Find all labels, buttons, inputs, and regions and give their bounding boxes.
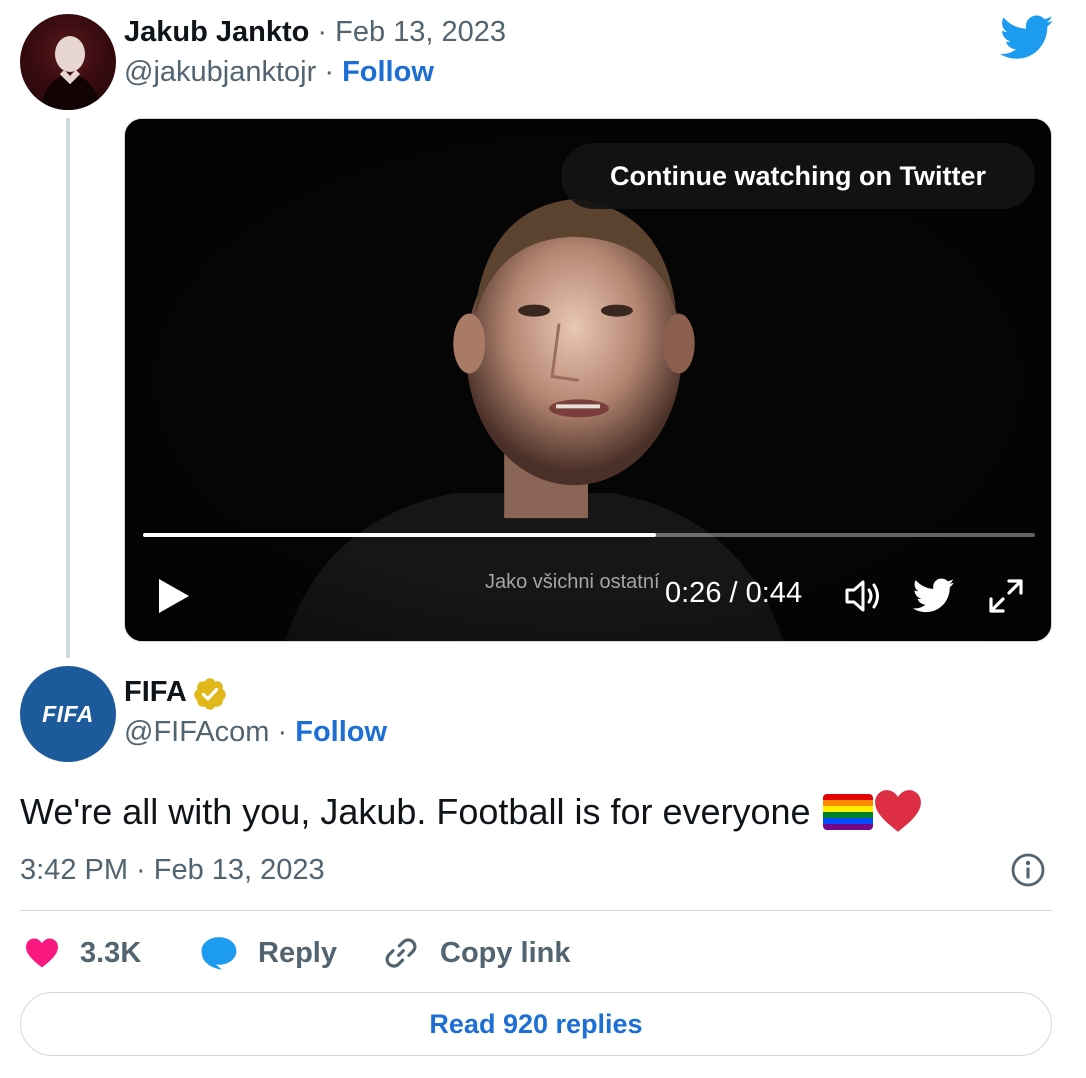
video-current-time: 0:26: [665, 577, 722, 609]
tweet-author-name[interactable]: FIFA: [124, 676, 187, 709]
fifa-avatar[interactable]: FIFA: [20, 666, 116, 762]
tweet-text: We're all with you, Jakub. Football is f…: [20, 788, 923, 834]
continue-watching-button[interactable]: Continue watching on Twitter: [561, 143, 1035, 209]
reply-button[interactable]: Reply: [200, 930, 337, 976]
info-icon[interactable]: [1010, 852, 1046, 888]
volume-icon[interactable]: [843, 577, 883, 615]
thread-connector-line: [66, 118, 70, 658]
tweet-author-handle[interactable]: @FIFAcom: [124, 716, 269, 748]
separator-dot: ·: [277, 716, 288, 748]
heart-icon: [26, 938, 58, 968]
red-heart-icon: [874, 790, 921, 832]
jakub-jankto-avatar[interactable]: [20, 14, 116, 110]
reply-label: Reply: [258, 936, 337, 969]
twitter-bird-icon[interactable]: [913, 577, 955, 615]
video-subtitle: Jako všichni ostatní: [485, 571, 660, 593]
copy-link-label: Copy link: [440, 936, 571, 969]
copy-link-button[interactable]: Copy link: [382, 930, 571, 976]
like-button[interactable]: 3.3K: [24, 930, 141, 976]
quoted-tweet-handle-row: @jakubjanktojr · Follow: [124, 56, 434, 89]
twitter-bird-icon[interactable]: [1000, 14, 1054, 62]
video-duration: 0:44: [745, 577, 803, 609]
quoted-author-handle[interactable]: @jakubjanktojr: [124, 56, 316, 88]
video-progress-fill: [143, 533, 656, 537]
video-progress-bar[interactable]: [143, 533, 1035, 537]
follow-fifa-link[interactable]: Follow: [295, 716, 387, 748]
expand-icon[interactable]: [987, 577, 1025, 615]
video-time-display: 0:26 / 0:44: [665, 577, 802, 610]
verified-badge-icon: [194, 678, 226, 710]
video-time-separator: /: [721, 577, 746, 609]
separator-dot: ·: [317, 16, 328, 48]
actions-divider: [20, 910, 1052, 911]
reply-bubble-icon: [201, 937, 237, 970]
video-player[interactable]: Continue watching on Twitter Jako všichn…: [124, 118, 1052, 642]
quoted-tweet-author-row: Jakub Jankto · Feb 13, 2023: [124, 16, 506, 49]
read-replies-button[interactable]: Read 920 replies: [20, 992, 1052, 1056]
like-count: 3.3K: [80, 936, 142, 969]
link-icon: [385, 938, 417, 968]
embedded-tweet-card: Jakub Jankto · Feb 13, 2023 @jakubjankto…: [0, 0, 1086, 1078]
tweet-body: We're all with you, Jakub. Football is f…: [20, 791, 821, 832]
separator-dot: ·: [324, 56, 334, 88]
tweet-handle-row: @FIFAcom · Follow: [124, 716, 387, 749]
play-icon[interactable]: [155, 577, 191, 615]
rainbow-flag-icon: [822, 794, 873, 830]
tweet-timestamp[interactable]: 3:42 PM · Feb 13, 2023: [20, 854, 325, 887]
quoted-tweet-date[interactable]: Feb 13, 2023: [335, 16, 506, 48]
follow-jakub-link[interactable]: Follow: [342, 56, 434, 88]
fifa-avatar-text: FIFA: [42, 700, 94, 727]
quoted-author-name[interactable]: Jakub Jankto: [124, 16, 309, 48]
